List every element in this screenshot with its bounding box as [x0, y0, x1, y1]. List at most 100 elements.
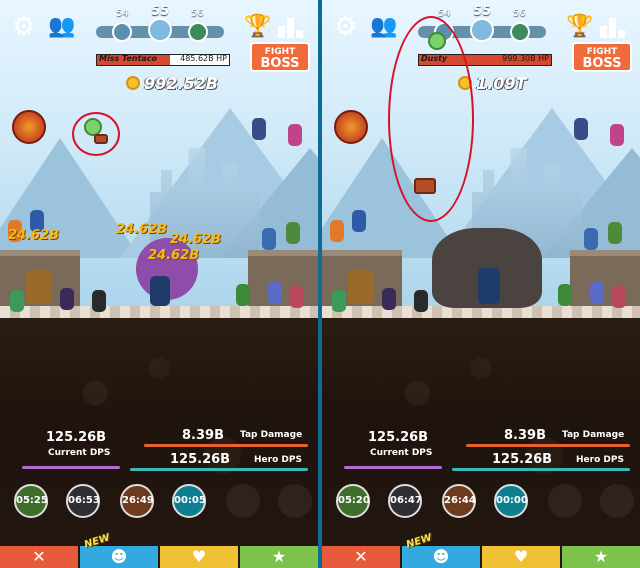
fight-boss-line2: BOSS	[582, 56, 622, 71]
star-icon[interactable]: ★	[240, 546, 318, 568]
damage-popup: 24.62B	[8, 228, 60, 243]
tap-damage-label: Tap Damage	[240, 430, 303, 440]
stage-next-icon[interactable]	[510, 22, 530, 42]
hero-sprite	[382, 288, 396, 310]
hero-sprite	[414, 290, 428, 312]
skill-slot-empty	[548, 484, 582, 518]
ranking-icon[interactable]	[278, 16, 304, 38]
skill-timer[interactable]: 00:00	[494, 484, 528, 518]
heroes-icon[interactable]: 👥	[48, 14, 75, 40]
coin-icon	[126, 76, 140, 90]
boss-hp-bar: Miss Tentaco 485.62B HP	[96, 54, 230, 66]
current-dps-value: 125.26B	[368, 430, 429, 445]
skill-timer[interactable]: 06:47	[388, 484, 422, 518]
hero-sprite	[150, 276, 170, 306]
stage-current-number: 55	[151, 4, 170, 19]
game-panel-right: ⚙ 👥 54 55 56 🏆 Dusty 999.30B HP FIGHT BO…	[322, 0, 640, 568]
stone-ledge-right	[570, 250, 640, 310]
hero-sprite	[262, 228, 276, 250]
fight-boss-button[interactable]: FIGHT BOSS	[572, 42, 632, 72]
annotation-circle	[388, 16, 474, 222]
hero-sprite	[26, 270, 52, 304]
hero-sprite	[290, 286, 304, 308]
skill-timer[interactable]: 00:05	[172, 484, 206, 518]
stage-next-icon[interactable]	[188, 22, 208, 42]
gear-icon[interactable]: ⚙	[334, 14, 360, 40]
fight-boss-button[interactable]: FIGHT BOSS	[250, 42, 310, 72]
hero-sprite	[60, 288, 74, 310]
skill-slot-empty	[226, 484, 260, 518]
bottom-tab-bar: ✕ ☻ ♥ ★	[322, 546, 640, 568]
skill-timer[interactable]: 26:44	[442, 484, 476, 518]
stage-next-number: 56	[513, 8, 526, 19]
stage-progress: 54 55 56	[96, 4, 224, 44]
hero-sprite	[236, 284, 250, 306]
hero-sprite	[348, 270, 374, 304]
boss-name: Miss Tentaco	[99, 54, 158, 63]
hero-dps-value: 125.26B	[170, 452, 231, 467]
heroes-tab-icon[interactable]: ☻	[80, 546, 158, 568]
ranking-icon[interactable]	[600, 16, 626, 38]
heroes-icon[interactable]: 👥	[370, 14, 397, 40]
tap-damage-underline	[466, 444, 630, 447]
hero-sprite	[558, 284, 572, 306]
hero-sprite	[584, 228, 598, 250]
clan-emblem-icon[interactable]	[12, 110, 46, 144]
hero-sprite	[612, 286, 626, 308]
stage-next-number: 56	[191, 8, 204, 19]
hero-sprite	[288, 124, 302, 146]
ground-strip	[0, 306, 318, 318]
current-dps-underline	[344, 466, 442, 469]
boss-hp-text: 999.30B HP	[502, 54, 549, 63]
hero-sprite	[574, 118, 588, 140]
heart-icon[interactable]: ♥	[160, 546, 238, 568]
stage-current-icon	[148, 18, 172, 42]
gold-amount: 1.09T	[476, 74, 527, 93]
sword-icon[interactable]: ✕	[0, 546, 78, 568]
gear-icon[interactable]: ⚙	[12, 14, 38, 40]
gold-counter: 992.52B	[126, 74, 218, 93]
trophy-icon[interactable]: 🏆	[566, 14, 593, 39]
damage-popup: 24.62B	[116, 222, 168, 237]
clan-emblem-icon[interactable]	[334, 110, 368, 144]
hero-dps-label: Hero DPS	[576, 455, 624, 465]
skill-timer[interactable]: 05:25	[14, 484, 48, 518]
game-panel-left: ⚙ 👥 54 55 56 🏆 Miss Tentaco 485.62B HP F…	[0, 0, 318, 568]
skill-timer[interactable]: 06:53	[66, 484, 100, 518]
hero-sprite	[92, 290, 106, 312]
stage-prev-number: 54	[116, 8, 129, 19]
heart-icon[interactable]: ♥	[482, 546, 560, 568]
hero-sprite	[330, 220, 344, 242]
skill-timer[interactable]: 26:49	[120, 484, 154, 518]
stone-ledge-right	[248, 250, 318, 310]
hero-dps-underline	[452, 468, 630, 471]
damage-popup: 24.62B	[170, 232, 222, 247]
current-dps-label: Current DPS	[48, 448, 111, 458]
skill-timer[interactable]: 05:20	[336, 484, 370, 518]
heroes-tab-icon[interactable]: ☻	[402, 546, 480, 568]
hero-sprite	[478, 268, 500, 304]
boss-hp-text: 485.62B HP	[180, 54, 227, 63]
skill-slot-empty	[600, 484, 634, 518]
fight-boss-line2: BOSS	[260, 56, 300, 71]
star-icon[interactable]: ★	[562, 546, 640, 568]
current-dps-underline	[22, 466, 120, 469]
stage-current-number: 55	[473, 4, 492, 19]
skill-slot-empty	[278, 484, 312, 518]
trophy-icon[interactable]: 🏆	[244, 14, 271, 39]
hero-dps-underline	[130, 468, 308, 471]
annotation-circle	[72, 112, 120, 156]
current-dps-value: 125.26B	[46, 430, 107, 445]
tap-damage-underline	[144, 444, 308, 447]
hero-sprite	[252, 118, 266, 140]
current-dps-label: Current DPS	[370, 448, 433, 458]
sword-icon[interactable]: ✕	[322, 546, 400, 568]
damage-popup: 24.62B	[148, 248, 200, 263]
hero-sprite	[268, 282, 282, 304]
hero-sprite	[352, 210, 366, 232]
hero-sprite	[10, 290, 24, 312]
hero-sprite	[590, 282, 604, 304]
hero-sprite	[286, 222, 300, 244]
stage-prev-icon[interactable]	[112, 22, 132, 42]
gold-amount: 992.52B	[144, 74, 218, 93]
